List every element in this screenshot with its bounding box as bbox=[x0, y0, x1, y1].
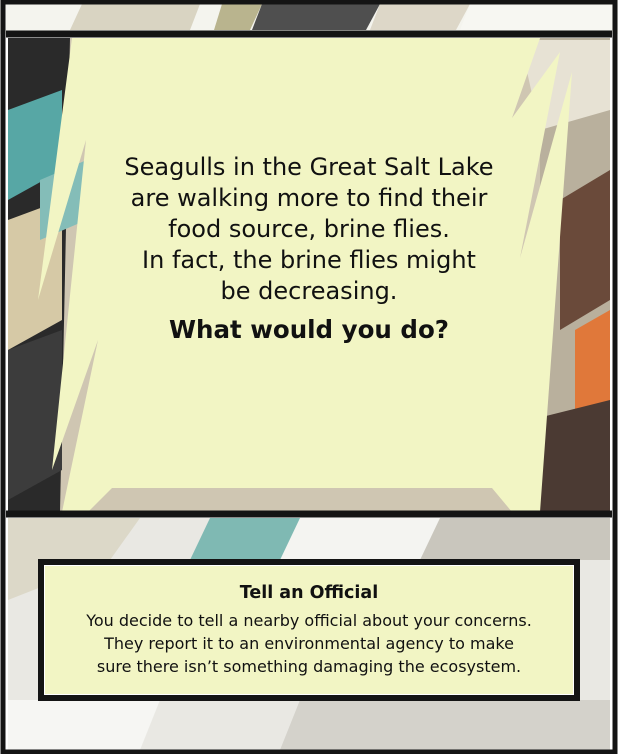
story-line: In fact, the brine flies might bbox=[142, 246, 476, 274]
choice-description: You decide to tell a nearby official abo… bbox=[44, 609, 574, 678]
game-card: Seagulls in the Great Salt Lake are walk… bbox=[0, 0, 618, 754]
choice-title: Tell an Official bbox=[239, 583, 379, 603]
story-line: Seagulls in the Great Salt Lake bbox=[124, 153, 494, 181]
story-text: Seagulls in the Great Salt Lake are walk… bbox=[100, 152, 518, 345]
story-line: food source, brine flies. bbox=[168, 215, 450, 243]
story-line: be decreasing. bbox=[220, 277, 398, 305]
story-question: What would you do? bbox=[169, 315, 449, 344]
story-line: are walking more to find their bbox=[130, 184, 488, 212]
choice-description-line: You decide to tell a nearby official abo… bbox=[86, 611, 532, 630]
choice-description-line: sure there isn’t something damaging the … bbox=[96, 657, 522, 676]
choice-card-tell-official[interactable]: Tell an Official You decide to tell a ne… bbox=[38, 559, 580, 701]
choice-description-line: They report it to an environmental agenc… bbox=[104, 634, 514, 653]
